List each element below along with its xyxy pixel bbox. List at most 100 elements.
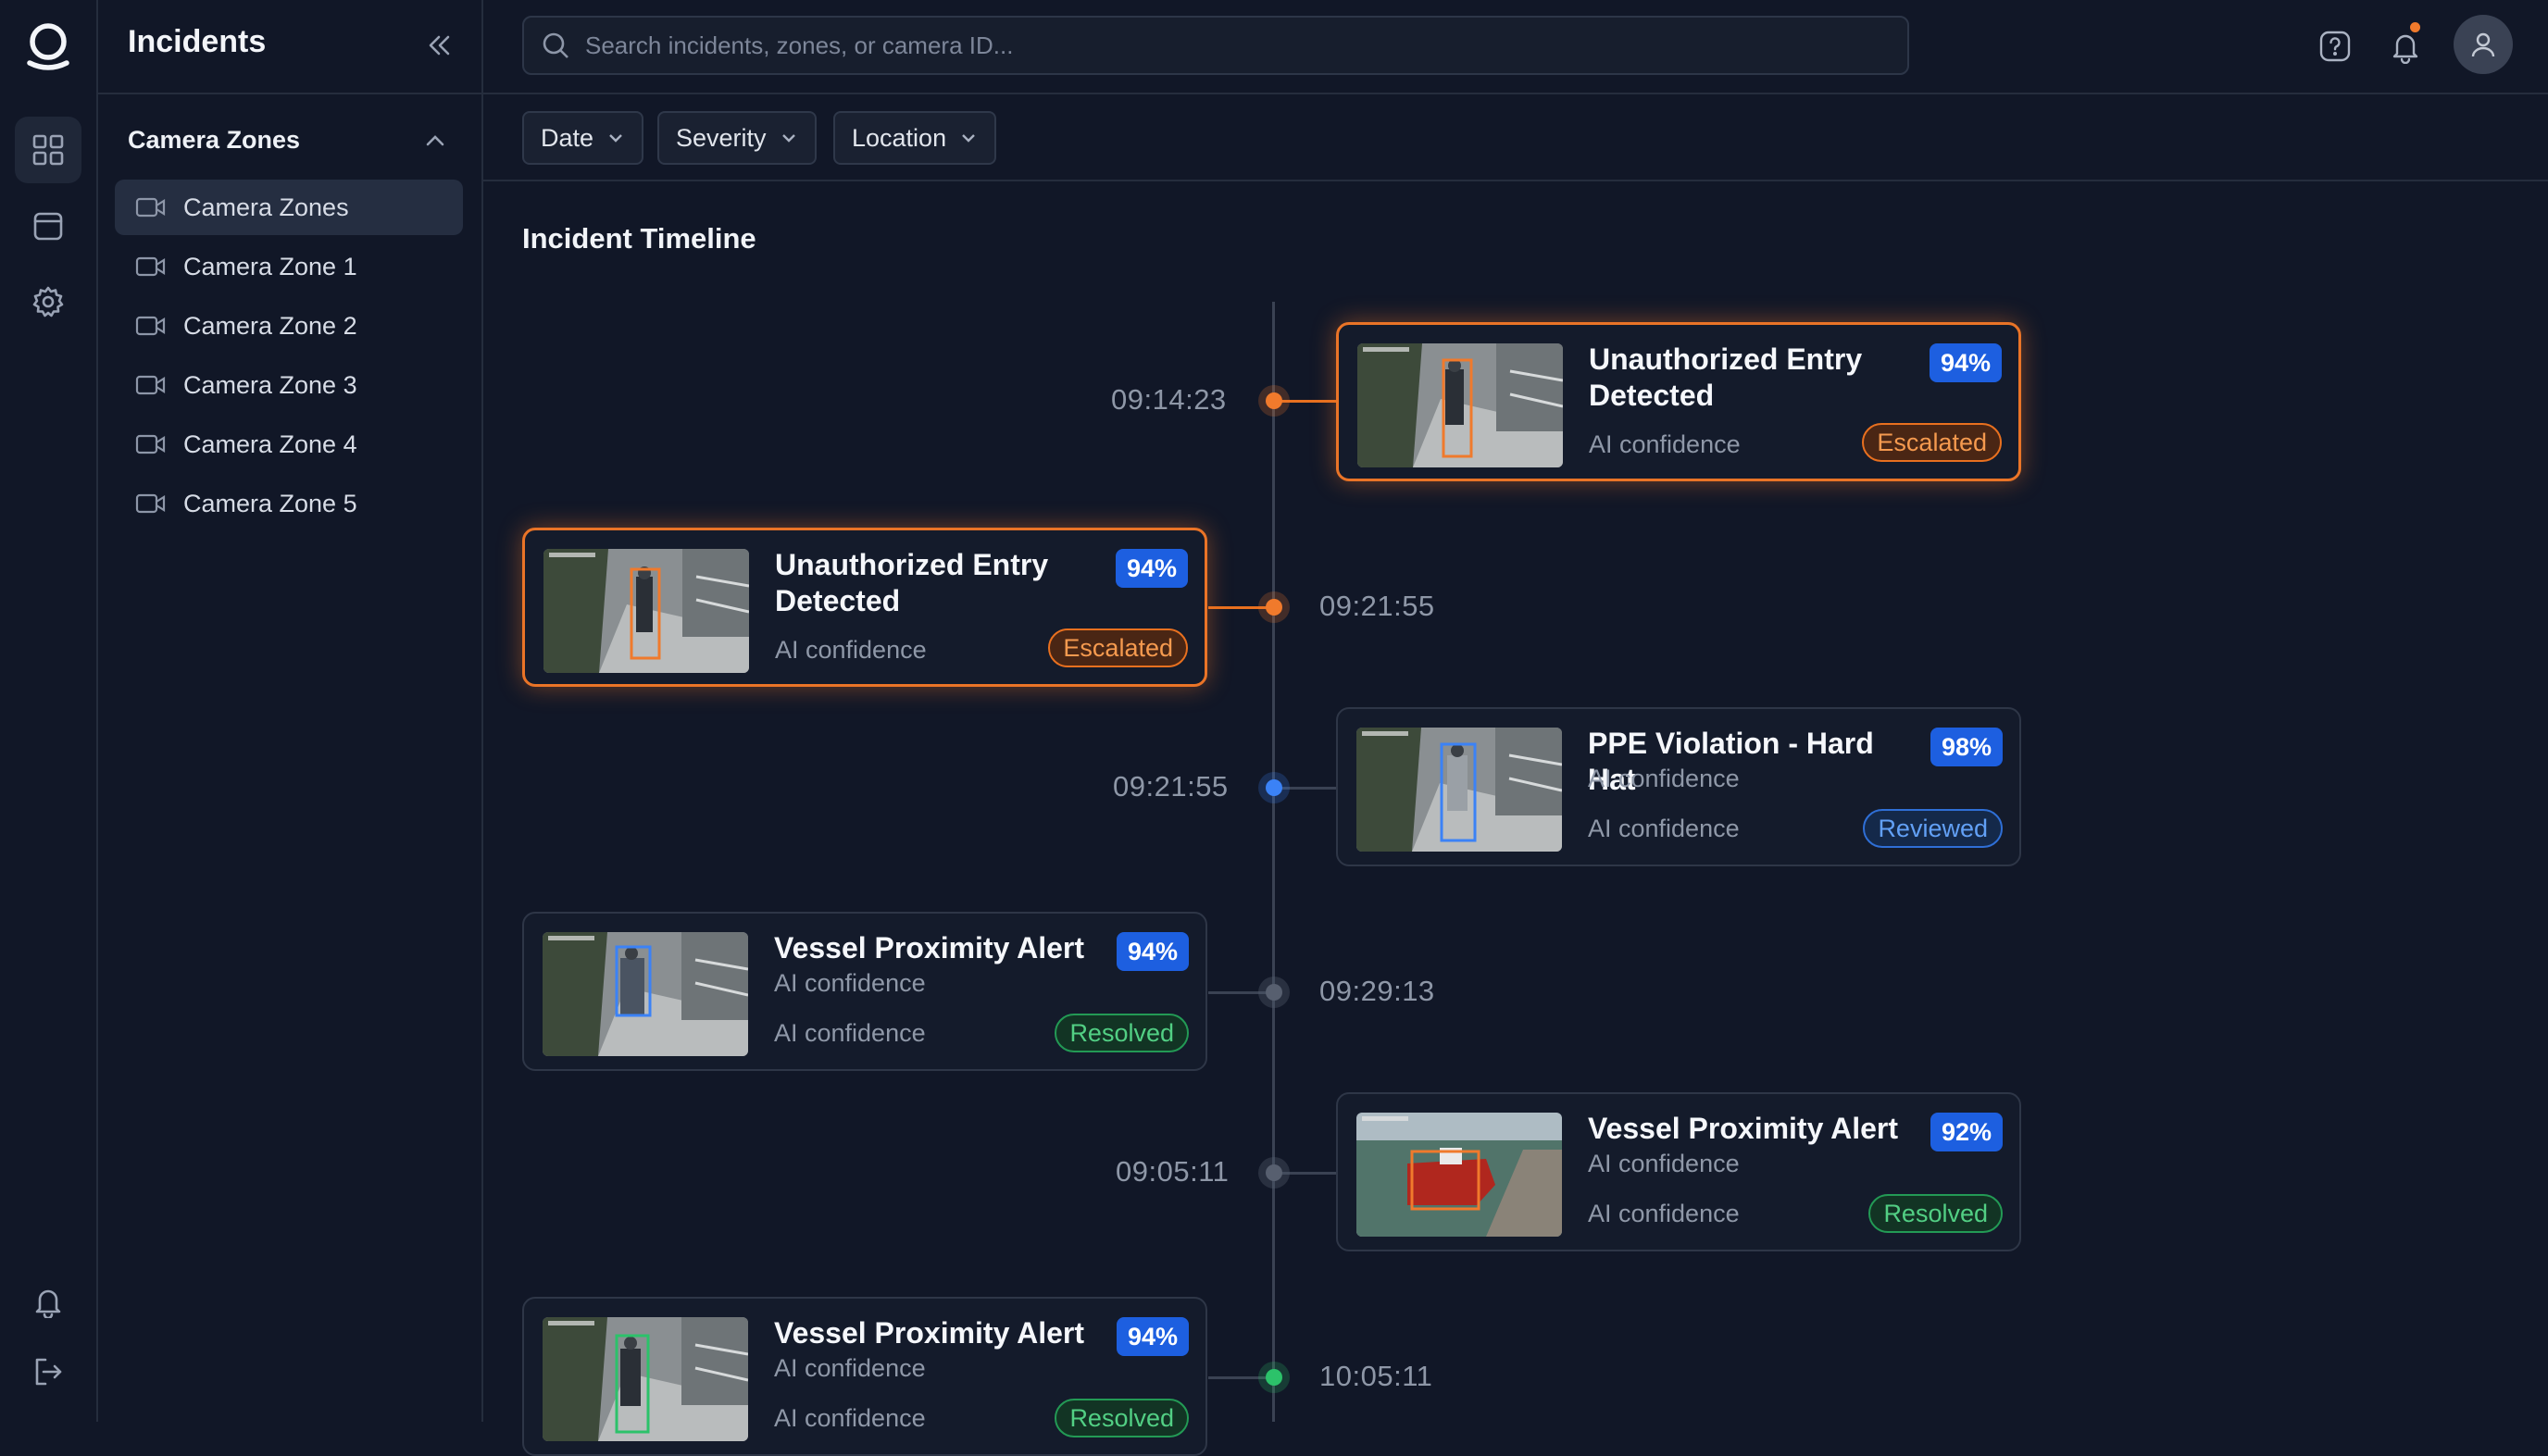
status-badge: Resolved	[1055, 1014, 1189, 1052]
sidebar-item-label: Camera Zone 4	[183, 429, 357, 458]
camera-icon	[135, 375, 166, 395]
search-box[interactable]	[522, 16, 1909, 75]
location-filter-label: Location	[852, 123, 947, 152]
status-badge: Escalated	[1862, 423, 2002, 462]
date-filter[interactable]: Date	[522, 111, 644, 165]
incident-title: Unauthorized Entry Detected	[775, 548, 1049, 617]
timeline-connector	[1208, 606, 1273, 609]
incident-card[interactable]: Unauthorized Entry Detected AI confidenc…	[1336, 322, 2021, 481]
confidence-badge: 94%	[1116, 1317, 1189, 1356]
chevron-down-icon	[781, 134, 795, 143]
confidence-badge: 94%	[1115, 549, 1188, 588]
settings-icon[interactable]	[15, 268, 81, 335]
timeline-connector	[1273, 1172, 1338, 1175]
sidebar-item-label: Camera Zone 3	[183, 370, 357, 399]
incident-subtitle: AI confidence	[1589, 430, 1741, 458]
incident-subtitle-secondary: AI confidence	[1588, 1200, 1740, 1227]
camera-thumbnail	[1356, 1113, 1562, 1237]
chevron-down-icon	[609, 134, 622, 143]
sidebar-item-camera-zones[interactable]: Camera Zones	[115, 180, 463, 235]
icon-rail	[0, 0, 98, 1422]
timeline-marker	[1266, 1369, 1282, 1386]
top-bar	[483, 0, 2548, 94]
avatar[interactable]	[2454, 15, 2513, 74]
incident-subtitle: AI confidence	[1588, 1150, 1740, 1177]
timeline-marker	[1266, 392, 1282, 409]
sidebar-item-camera-zone-1[interactable]: Camera Zone 1	[115, 239, 463, 294]
status-badge: Resolved	[1868, 1194, 2003, 1233]
camera-thumbnail	[543, 1317, 748, 1441]
incident-subtitle: AI confidence	[774, 1354, 926, 1382]
camera-thumbnail	[543, 549, 749, 673]
incident-subtitle-secondary: AI confidence	[1588, 815, 1740, 842]
camera-zone-list: Camera Zones Camera Zone 1 Camera Zone 2…	[115, 180, 463, 535]
incident-card[interactable]: Unauthorized Entry Detected AI confidenc…	[522, 528, 1207, 687]
incident-card[interactable]: Vessel Proximity Alert AI confidence AI …	[522, 912, 1207, 1071]
incident-title: Vessel Proximity Alert	[774, 1316, 1084, 1350]
sidebar: Incidents Camera Zones Camera Zones Came…	[98, 0, 483, 1422]
event-time: 09:05:11	[1116, 1155, 1230, 1188]
section-title[interactable]: Camera Zones	[128, 126, 300, 155]
sidebar-item-camera-zone-2[interactable]: Camera Zone 2	[115, 298, 463, 354]
user-icon	[2471, 32, 2495, 57]
camera-thumbnail	[543, 932, 748, 1056]
event-time: 09:29:13	[1319, 975, 1435, 1007]
incident-card[interactable]: PPE Violation - Hard Hat AI confidence A…	[1336, 707, 2021, 866]
event-time: 10:05:11	[1319, 1360, 1433, 1392]
bell-icon[interactable]	[15, 1268, 81, 1335]
timeline-connector	[1208, 1376, 1273, 1379]
sidebar-header: Incidents	[98, 0, 481, 94]
sidebar-item-label: Camera Zone 5	[183, 489, 357, 517]
incident-card[interactable]: Vessel Proximity Alert AI confidence AI …	[1336, 1092, 2021, 1251]
sidebar-title: Incidents	[128, 24, 267, 59]
incident-subtitle: AI confidence	[1588, 765, 1740, 792]
logo-icon[interactable]	[22, 19, 74, 74]
dashboard-icon[interactable]	[15, 117, 81, 183]
sidebar-item-camera-zone-3[interactable]: Camera Zone 3	[115, 357, 463, 413]
notification-badge	[2410, 22, 2420, 32]
camera-icon	[135, 256, 166, 277]
incident-card[interactable]: Vessel Proximity Alert AI confidence AI …	[522, 1297, 1207, 1456]
confidence-badge: 98%	[1930, 728, 2003, 766]
status-badge: Reviewed	[1863, 809, 2003, 848]
event-time: 09:21:55	[1319, 590, 1435, 622]
camera-thumbnail	[1357, 343, 1563, 467]
incident-title: Unauthorized Entry Detected	[1589, 342, 1863, 412]
incident-title: Vessel Proximity Alert	[774, 931, 1084, 964]
timeline-connector	[1208, 991, 1273, 994]
incident-subtitle-secondary: AI confidence	[774, 1404, 926, 1432]
chevron-up-icon[interactable]	[424, 133, 446, 153]
incident-subtitle: AI confidence	[774, 969, 926, 997]
confidence-badge: 92%	[1930, 1113, 2003, 1151]
sidebar-item-label: Camera Zone 1	[183, 252, 357, 280]
sidebar-item-camera-zone-4[interactable]: Camera Zone 4	[115, 417, 463, 472]
confidence-badge: 94%	[1929, 343, 2002, 382]
notification-icon[interactable]	[2381, 22, 2429, 70]
status-badge: Escalated	[1048, 628, 1188, 667]
sidebar-item-label: Camera Zone 2	[183, 311, 357, 340]
confidence-badge: 94%	[1116, 932, 1189, 971]
calendar-icon[interactable]	[15, 193, 81, 259]
camera-icon	[135, 316, 166, 336]
filter-bar: Date Severity Location	[483, 94, 2548, 181]
timeline-marker	[1266, 984, 1282, 1001]
timeline-marker	[1266, 779, 1282, 796]
sidebar-item-camera-zone-5[interactable]: Camera Zone 5	[115, 476, 463, 531]
search-icon	[543, 32, 568, 58]
severity-filter[interactable]: Severity	[657, 111, 817, 165]
help-icon[interactable]	[2311, 22, 2359, 70]
camera-thumbnail	[1356, 728, 1562, 852]
camera-icon	[135, 493, 166, 514]
timeline-title: Incident Timeline	[522, 222, 756, 255]
logout-icon[interactable]	[15, 1338, 81, 1405]
incident-subtitle: AI confidence	[775, 636, 927, 664]
event-time: 09:21:55	[1113, 770, 1229, 803]
incident-subtitle-secondary: AI confidence	[774, 1019, 926, 1047]
timeline-marker	[1266, 1164, 1282, 1181]
search-input[interactable]	[583, 30, 1865, 61]
location-filter[interactable]: Location	[833, 111, 997, 165]
collapse-icon[interactable]	[420, 28, 457, 65]
status-badge: Resolved	[1055, 1399, 1189, 1437]
event-time: 09:14:23	[1111, 383, 1227, 416]
timeline-axis	[1272, 302, 1275, 1422]
